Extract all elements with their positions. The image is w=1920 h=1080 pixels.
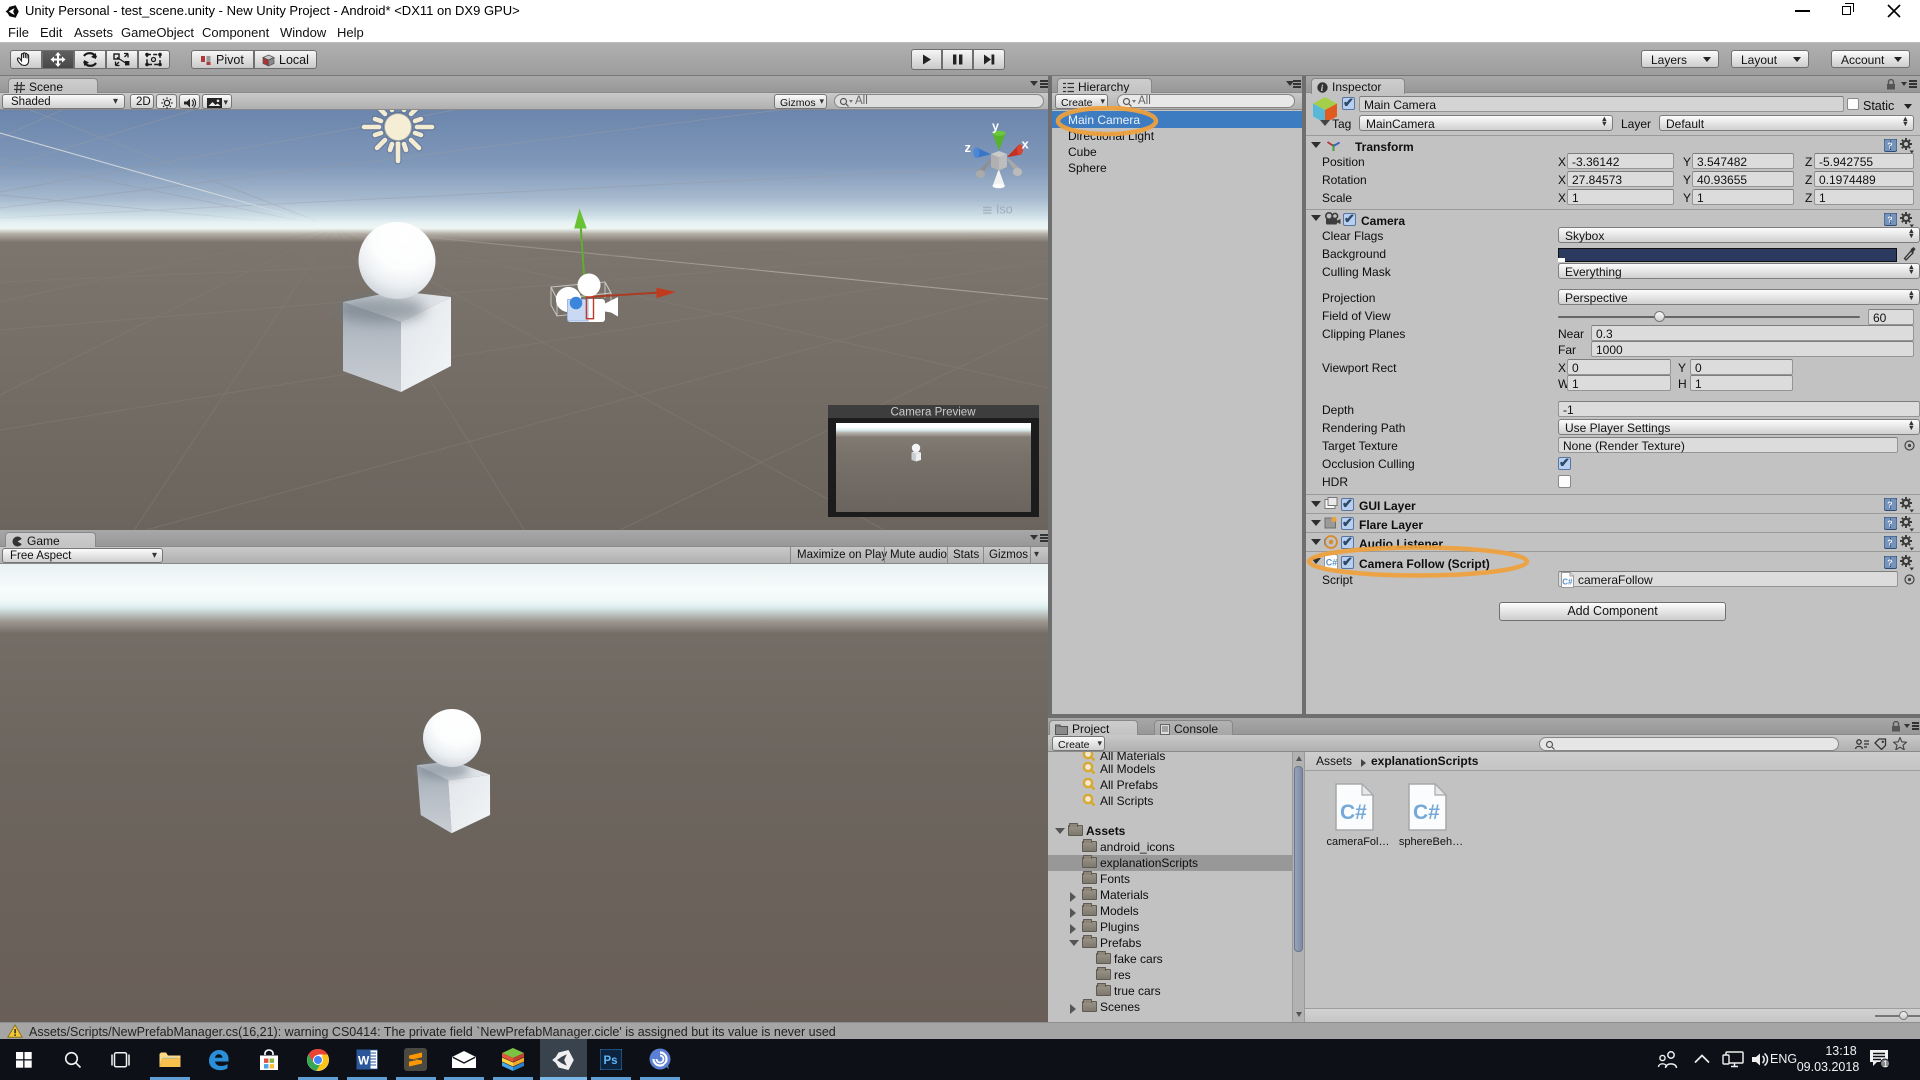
svg-text:x: x bbox=[1022, 137, 1030, 152]
svg-text:Camera Preview: Camera Preview bbox=[891, 407, 977, 419]
svg-text:z: z bbox=[965, 140, 972, 155]
svg-text:Ps: Ps bbox=[604, 1055, 618, 1067]
svg-text:W: W bbox=[358, 1054, 370, 1068]
svg-text:1: 1 bbox=[1883, 1059, 1888, 1068]
svg-text:Iso: Iso bbox=[996, 203, 1013, 217]
svg-text:y: y bbox=[992, 120, 999, 134]
svg-text:C#: C# bbox=[1326, 558, 1338, 568]
